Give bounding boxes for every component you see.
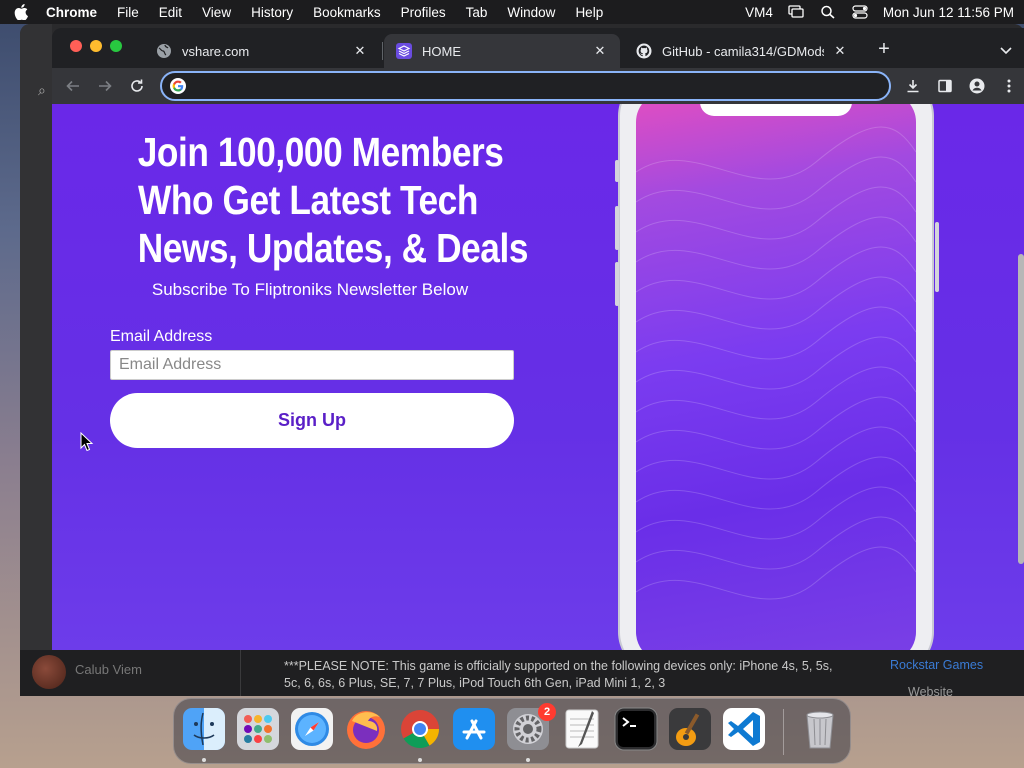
website-link[interactable]: Website <box>908 685 953 699</box>
tab-strip: vshare.com ✕ HOME ✕ GitHub - camila314/G… <box>52 28 1024 68</box>
browser-window: vshare.com ✕ HOME ✕ GitHub - camila314/G… <box>52 28 1024 650</box>
avatar[interactable] <box>32 655 66 689</box>
back-arrow-icon[interactable] <box>63 76 83 96</box>
mouse-cursor-icon <box>80 432 94 452</box>
launchpad-icon[interactable] <box>236 707 280 751</box>
page-scrollbar[interactable] <box>1018 254 1024 564</box>
device-support-note: ***PLEASE NOTE: This game is officially … <box>284 659 833 690</box>
download-icon[interactable] <box>903 76 923 96</box>
menu-help[interactable]: Help <box>575 5 603 20</box>
menu-tab[interactable]: Tab <box>466 5 488 20</box>
page-title: Join 100,000 Members Who Get Latest Tech… <box>137 128 529 272</box>
menu-edit[interactable]: Edit <box>159 5 182 20</box>
menu-profiles[interactable]: Profiles <box>401 5 446 20</box>
status-text[interactable]: VM4 <box>745 5 773 20</box>
forward-arrow-icon[interactable] <box>95 76 115 96</box>
tab-title: vshare.com <box>182 43 250 59</box>
divider <box>240 650 241 696</box>
google-chrome-icon[interactable] <box>398 707 442 751</box>
tab-search-chevron-icon[interactable] <box>1000 42 1016 56</box>
close-icon[interactable]: ✕ <box>832 43 848 59</box>
background-app-footer: Calub Viem ***PLEASE NOTE: This game is … <box>20 650 1024 699</box>
phone-notch <box>700 104 852 116</box>
menubar-clock[interactable]: Mon Jun 12 11:56 PM <box>883 5 1014 20</box>
minimize-window-button[interactable] <box>90 40 102 52</box>
running-indicator <box>202 758 206 762</box>
layers-icon <box>396 43 412 59</box>
background-search-icon[interactable]: ⌕ <box>38 82 46 99</box>
phone-mockup-image <box>615 104 939 650</box>
close-icon[interactable]: ✕ <box>352 43 368 59</box>
terminal-icon[interactable] <box>614 707 658 751</box>
headline-line: Who Get Latest Tech <box>138 177 478 223</box>
side-panel-icon[interactable] <box>935 76 955 96</box>
profile-icon[interactable] <box>967 76 987 96</box>
phone-side-button <box>615 262 619 306</box>
close-window-button[interactable] <box>70 40 82 52</box>
browser-toolbar <box>52 68 1024 104</box>
notification-badge: 2 <box>538 703 556 721</box>
email-label: Email Address <box>110 328 213 345</box>
running-indicator <box>418 758 422 762</box>
reload-icon[interactable] <box>127 76 147 96</box>
trash-icon[interactable] <box>798 707 842 751</box>
web-page: Join 100,000 Members Who Get Latest Tech… <box>52 104 1024 650</box>
tab-vshare[interactable]: vshare.com ✕ <box>144 34 380 68</box>
screen-mirroring-icon[interactable] <box>787 5 805 19</box>
publisher-link[interactable]: Rockstar Games <box>890 658 983 672</box>
dock: 2 <box>173 698 851 764</box>
sign-up-button[interactable]: Sign Up <box>110 393 514 448</box>
google-icon <box>170 78 186 94</box>
tab-title: HOME <box>422 43 461 59</box>
zoom-window-button[interactable] <box>110 40 122 52</box>
phone-side-button <box>615 206 619 250</box>
phone-side-button <box>935 222 939 292</box>
new-tab-button[interactable]: + <box>874 39 894 60</box>
window-controls <box>70 40 122 52</box>
dock-separator <box>783 709 784 755</box>
tab-title: GitHub - camila314/GDMods: C <box>662 43 824 59</box>
menu-bookmarks[interactable]: Bookmarks <box>313 5 381 20</box>
omnibox-input[interactable] <box>194 78 889 94</box>
subheadline: Subscribe To Fliptroniks Newsletter Belo… <box>151 280 469 299</box>
system-preferences-icon[interactable]: 2 <box>506 703 556 751</box>
headline-line: News, Updates, & Deals <box>137 225 529 271</box>
tab-separator <box>382 42 383 60</box>
phone-screen <box>636 104 916 650</box>
control-center-icon[interactable] <box>851 5 869 19</box>
textedit-icon[interactable] <box>560 707 604 751</box>
github-icon <box>636 43 652 59</box>
email-field[interactable] <box>110 350 514 380</box>
firefox-icon[interactable] <box>344 707 388 751</box>
menu-file[interactable]: File <box>117 5 139 20</box>
menu-bar: Chrome File Edit View History Bookmarks … <box>0 0 1024 24</box>
more-menu-icon[interactable] <box>999 76 1019 96</box>
address-bar[interactable] <box>160 71 891 101</box>
tab-home[interactable]: HOME ✕ <box>384 34 620 68</box>
apple-icon[interactable] <box>10 4 32 20</box>
wave-pattern <box>636 126 916 600</box>
menu-app-name[interactable]: Chrome <box>46 5 97 20</box>
headline-line: Join 100,000 Members <box>137 129 504 175</box>
globe-icon <box>156 43 172 59</box>
finder-icon[interactable] <box>182 707 226 751</box>
visual-studio-code-icon[interactable] <box>722 707 766 751</box>
phone-side-button <box>615 160 619 182</box>
menu-view[interactable]: View <box>202 5 231 20</box>
safari-icon[interactable] <box>290 707 334 751</box>
app-store-icon[interactable] <box>452 707 496 751</box>
background-sidebar <box>20 24 52 696</box>
user-name[interactable]: Calub Viem <box>75 662 142 677</box>
running-indicator <box>526 758 530 762</box>
search-icon[interactable] <box>819 5 837 19</box>
menu-history[interactable]: History <box>251 5 293 20</box>
close-icon[interactable]: ✕ <box>592 43 608 59</box>
tab-github[interactable]: GitHub - camila314/GDMods: C ✕ <box>624 34 860 68</box>
menu-window[interactable]: Window <box>507 5 555 20</box>
garageband-icon[interactable] <box>668 707 712 751</box>
